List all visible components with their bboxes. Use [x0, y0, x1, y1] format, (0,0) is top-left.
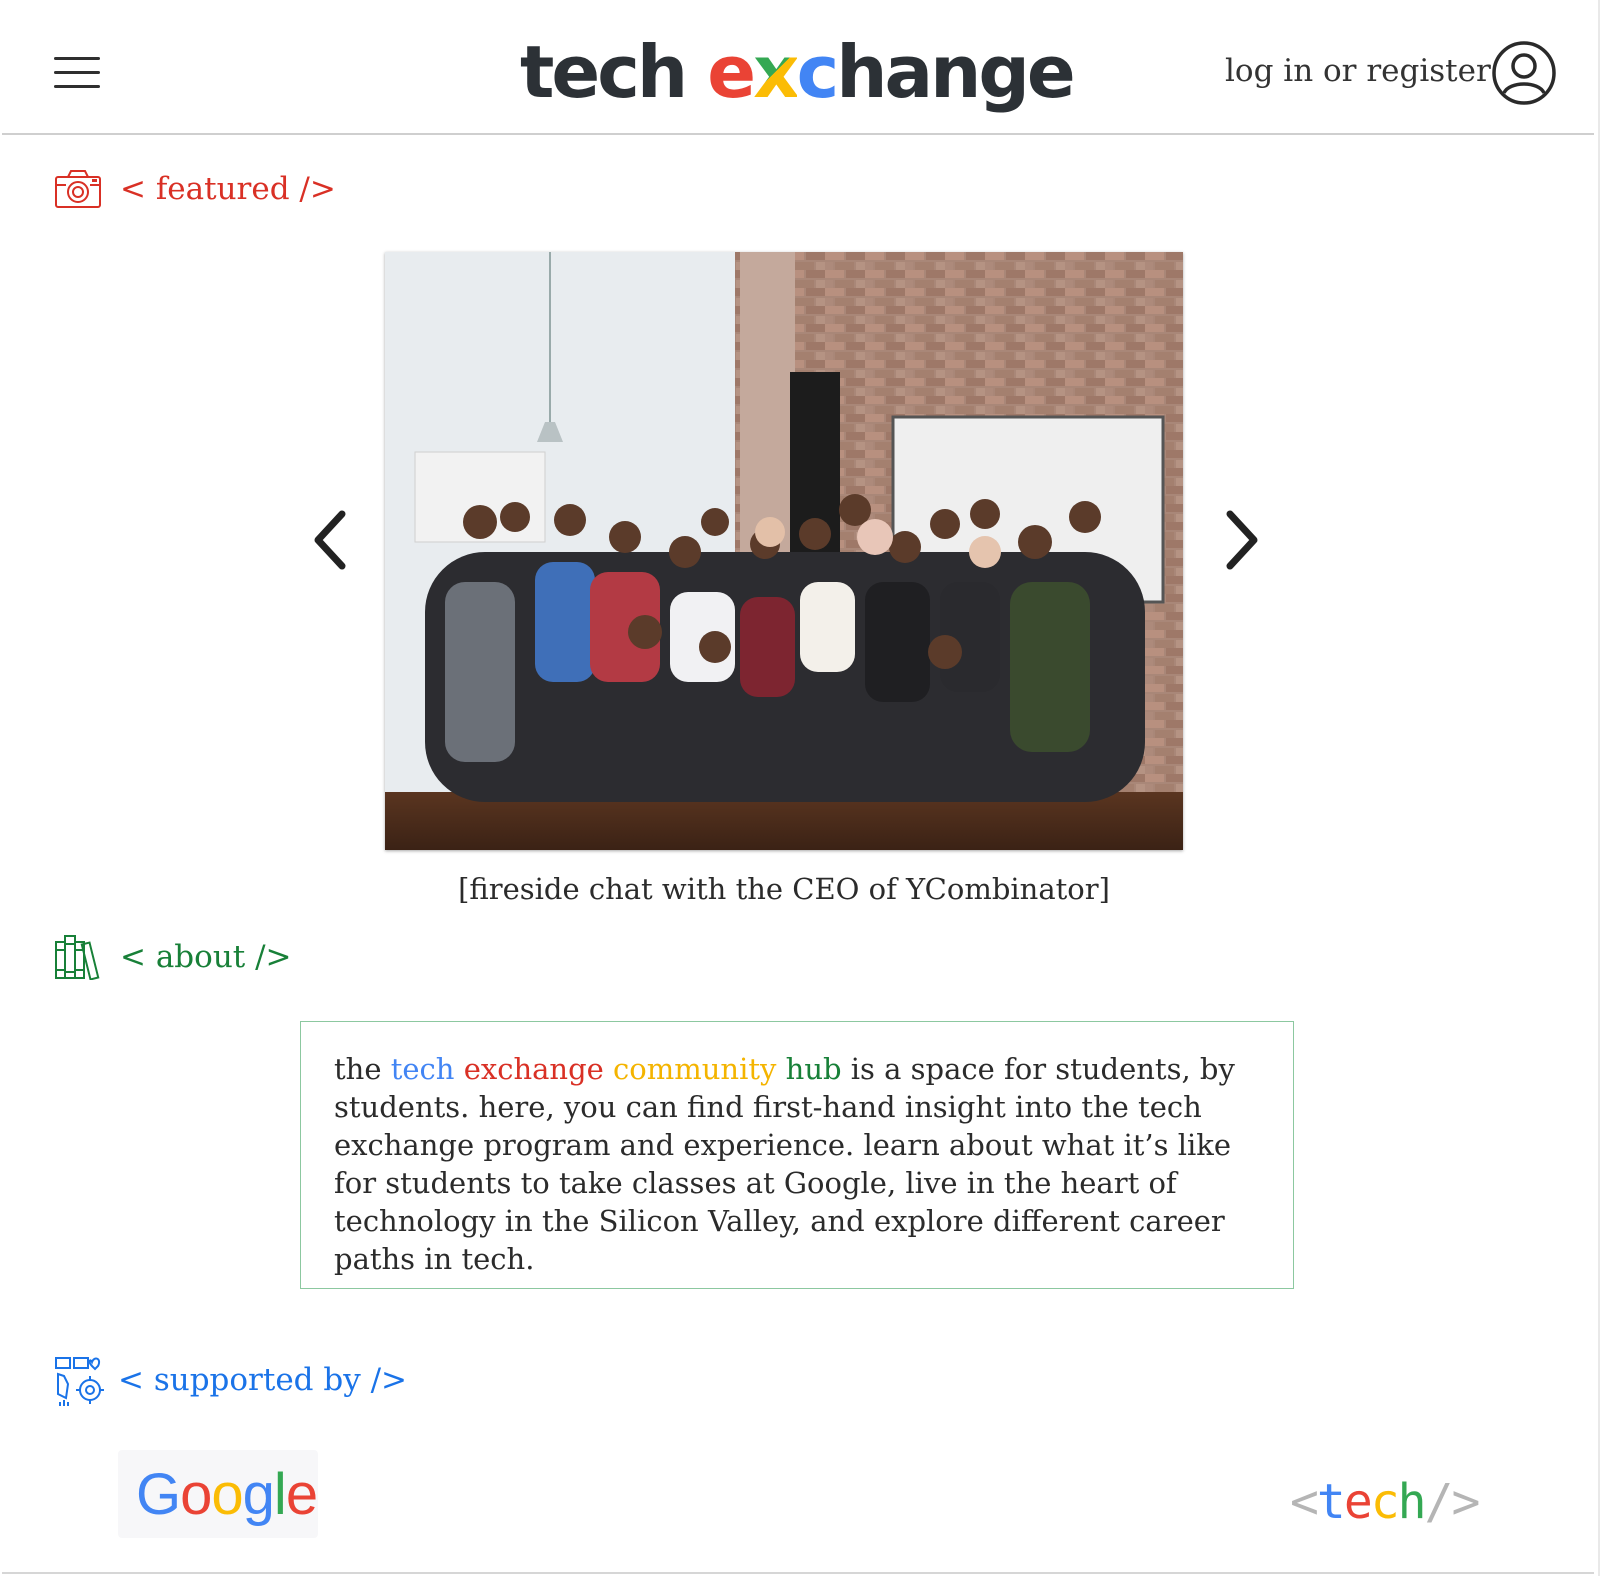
logo-letter-x: x: [753, 30, 799, 114]
tech-logo[interactable]: <tech/>: [1290, 1470, 1480, 1534]
tech-logo-letter: t: [1316, 1474, 1346, 1530]
chevron-right-icon[interactable]: [1218, 508, 1264, 572]
google-letter: G: [136, 1462, 181, 1527]
featured-heading: < featured />: [54, 164, 336, 214]
google-letter: g: [242, 1462, 275, 1527]
about-word-hub: hub: [785, 1052, 842, 1086]
tech-logo-bracket: /: [1424, 1474, 1454, 1530]
featured-heading-label: < featured />: [120, 171, 336, 207]
menu-icon[interactable]: [54, 57, 100, 91]
tech-logo-letter: e: [1343, 1474, 1373, 1530]
about-heading-label: < about />: [120, 939, 292, 975]
google-letter: e: [285, 1462, 318, 1527]
header-divider: [2, 133, 1594, 135]
featured-photo: [385, 252, 1183, 850]
tech-logo-bracket: <: [1290, 1474, 1319, 1530]
tech-logo-letter: h: [1397, 1474, 1427, 1530]
supported-heading-label: < supported by />: [118, 1362, 408, 1398]
supported-heading: < supported by />: [54, 1355, 408, 1406]
login-register-link[interactable]: log in or register: [1225, 46, 1491, 96]
about-word-tech: tech: [390, 1052, 455, 1086]
about-intro: the: [334, 1052, 382, 1086]
google-letter: l: [273, 1462, 287, 1527]
site-logo[interactable]: tech e x change: [520, 22, 1076, 122]
chevron-left-icon[interactable]: [308, 508, 354, 572]
about-word-exchange: exchange: [463, 1052, 604, 1086]
support-gear-icon: [55, 1357, 104, 1406]
footer-divider: [2, 1572, 1594, 1574]
site-header: tech e x change log in or register: [0, 0, 1600, 134]
google-letter: o: [211, 1462, 243, 1527]
tech-logo-letter: c: [1370, 1474, 1400, 1530]
about-word-community: community: [613, 1052, 777, 1086]
camera-icon: [55, 170, 101, 208]
logo-text-hange: hange: [836, 30, 1075, 114]
about-description: the tech exchange community hub is a spa…: [300, 1021, 1294, 1289]
google-logo[interactable]: Google: [136, 1460, 318, 1530]
books-icon: [55, 935, 100, 980]
user-account-icon[interactable]: [1491, 40, 1557, 106]
google-letter: o: [180, 1462, 212, 1527]
photo-caption: [fireside chat with the CEO of YCombinat…: [458, 872, 1110, 906]
about-heading: < about />: [54, 932, 292, 982]
logo-letter-c: c: [796, 30, 840, 114]
logo-letter-e: e: [707, 30, 756, 114]
tech-logo-bracket: >: [1451, 1474, 1480, 1530]
logo-text-tech: tech: [520, 30, 708, 114]
